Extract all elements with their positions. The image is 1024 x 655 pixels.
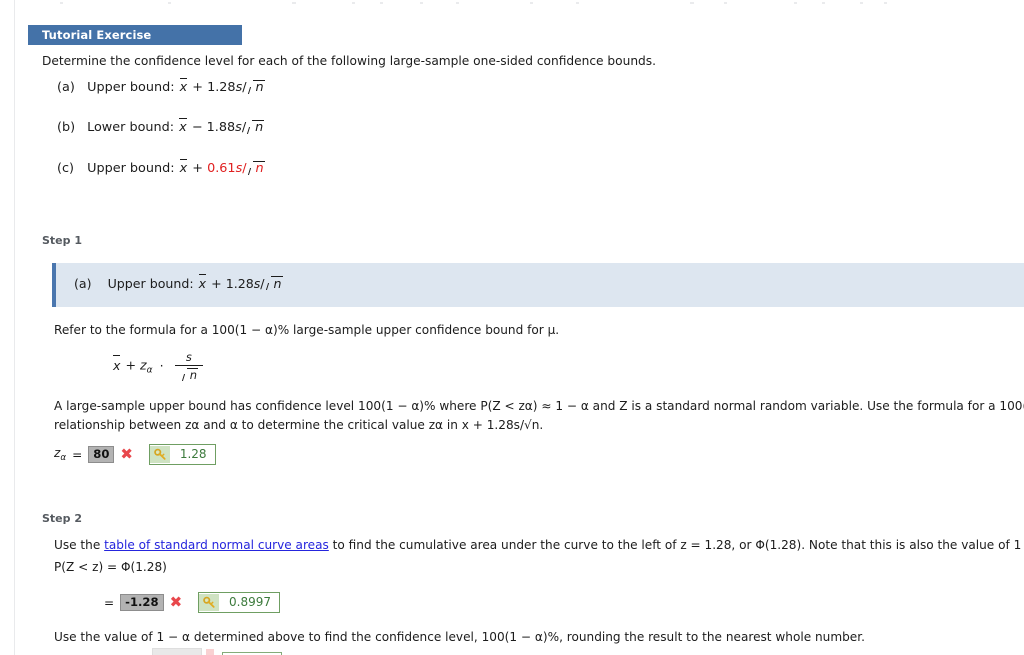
sqrt-n-symbol: n [247,80,265,95]
standard-normal-table-link[interactable]: table of standard normal curve areas [104,538,329,552]
formula-dot-operator: · [159,357,164,373]
exercise-prompt: Determine the confidence level for each … [42,54,657,68]
restate-op: + [211,276,222,291]
x-bar-symbol: x [198,273,207,291]
sqrt-n-symbol: n [246,120,265,135]
s-symbol: s [253,276,261,291]
sqrt-n-symbol: n [265,276,283,291]
sqrt-n-symbol: n [247,161,265,176]
step-1-answer-row: zα = 80 ✖ 1.28 [54,444,216,465]
x-bar-symbol: x [179,158,188,176]
equals-sign: = [104,595,115,610]
bound-a-kind: Upper bound: [87,80,175,95]
phi-correct-answer-box: 0.8997 [198,592,280,613]
s-symbol: s [235,80,243,95]
formula-fraction: s n [174,350,203,382]
z-alpha-label: zα [54,446,67,463]
bound-b-op: − [191,120,203,135]
bound-c-label: (c) [57,161,75,176]
incorrect-mark-icon: ✖ [169,593,183,611]
restate-kind: Upper bound: [107,276,194,291]
bound-item-a: (a) Upper bound: x + 1.28s/n [57,77,265,95]
step-1-paragraph-line-2: relationship between zα and α to determi… [54,418,544,432]
clipped-answer-input[interactable] [152,648,202,655]
clipped-answer-row [0,645,1024,655]
bound-b-kind: Lower bound: [87,120,175,135]
bound-b-label: (b) [57,120,76,135]
formula-denominator: n [175,366,203,382]
sqrt-n-symbol: n [181,368,199,382]
formula-z: z [140,357,147,373]
formula-plus: + [125,357,137,373]
step-2-text-after-link: to find the cumulative area under the cu… [332,538,1024,552]
incorrect-mark-icon: ✖ [120,445,133,463]
step-2-text-before-link: Use the [54,538,105,552]
step-2-closing-text: Use the value of 1 − α determined above … [54,630,865,644]
bound-item-b: (b) Lower bound: x − 1.88s/n [57,117,265,135]
formula-x-bar: x [113,355,121,373]
formula-numerator: s [174,350,203,366]
s-symbol: s [235,120,242,135]
x-bar-symbol: x [179,77,188,95]
probability-expression: P(Z < z) = Φ(1.28) [54,560,167,574]
bound-a-label: (a) [57,80,75,95]
step-1-restatement-box: (a) Upper bound: x + 1.28s/n [52,263,1024,307]
z-alpha-answer-input[interactable]: 80 [88,446,115,463]
bound-b-coef: 1.88 [206,120,236,135]
bound-a-op: + [192,80,203,95]
step-2-answer-row: = -1.28 ✖ 0.8997 [104,592,280,613]
bound-c-kind: Upper bound: [87,161,175,176]
x-bar-symbol: x [179,117,187,135]
step-1-restatement-text: (a) Upper bound: x + 1.28s/n [74,273,283,291]
equals-sign: = [72,447,83,462]
exercise-page: Tutorial Exercise Determine the confiden… [0,0,1024,655]
step-1-paragraph-line-1: A large-sample upper bound has confidenc… [54,399,1024,413]
key-icon [199,594,220,611]
clipped-incorrect-mark-icon [206,649,214,655]
bound-item-c: (c) Upper bound: x + 0.61s/n [57,158,265,176]
restate-coef: 1.28 [225,276,254,291]
phi-answer-input[interactable]: -1.28 [120,594,164,611]
bound-a-coef: 1.28 [207,80,236,95]
phi-correct-value: 0.8997 [229,595,271,609]
key-icon [149,446,170,463]
upper-bound-formula: x + zα · s n [112,350,203,382]
step-1-refer-text: Refer to the formula for a 100(1 − α)% l… [54,323,560,337]
z-alpha-correct-answer-box: 1.28 [148,444,216,465]
formula-z-subscript: α [146,365,153,376]
step-1-label: Step 1 [42,234,82,247]
restate-label: (a) [74,276,92,291]
bound-c-op: + [192,161,203,176]
step-2-label: Step 2 [42,512,82,525]
tutorial-exercise-header: Tutorial Exercise [28,25,242,45]
step-2-instruction-line: Use the table of standard normal curve a… [54,538,1024,552]
z-alpha-correct-value: 1.28 [179,447,207,461]
bound-c-coef: 0.61 [207,161,236,176]
